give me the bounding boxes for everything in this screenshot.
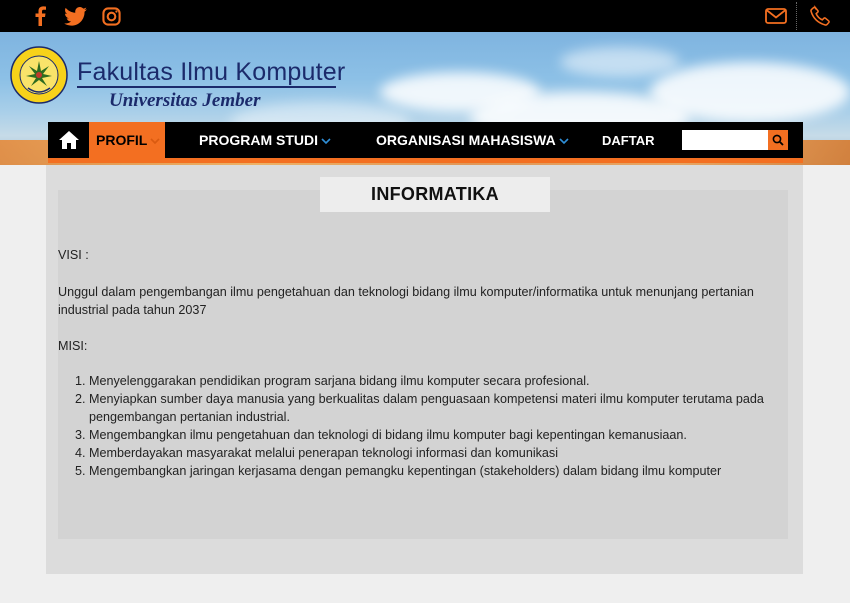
nav-item-profil[interactable]: PROFIL — [89, 122, 166, 158]
nav-label-organisasi: ORGANISASI MAHASISWA — [376, 132, 556, 148]
nav-item-daftar[interactable]: DAFTAR — [602, 122, 654, 158]
main-nav: PROFIL PROGRAM STUDI ORGANISASI MAHASISW… — [48, 122, 803, 158]
search-button[interactable] — [768, 130, 788, 150]
search-input[interactable] — [682, 130, 768, 150]
list-item: Memberdayakan masyarakat melalui penerap… — [89, 444, 793, 462]
list-item: Menyiapkan sumber daya manusia yang berk… — [89, 390, 793, 426]
twitter-icon[interactable] — [63, 5, 87, 27]
title-underline — [77, 86, 336, 88]
nav-label-profil: PROFIL — [96, 132, 148, 148]
page-title: INFORMATIKA — [320, 177, 550, 212]
nav-label-program-studi: PROGRAM STUDI — [199, 132, 318, 148]
site-subtitle: Universitas Jember — [109, 90, 261, 111]
phone-icon[interactable] — [808, 5, 832, 27]
mail-icon[interactable] — [764, 5, 788, 27]
misi-list: Menyelenggarakan pendidikan program sarj… — [58, 372, 793, 480]
instagram-icon[interactable] — [101, 5, 121, 27]
visi-text-line-2: industrial pada tahun 2037 — [58, 303, 207, 317]
nav-item-program-studi[interactable]: PROGRAM STUDI — [199, 122, 331, 158]
home-icon[interactable] — [48, 122, 89, 158]
chevron-down-icon — [150, 132, 160, 148]
content-panel — [58, 190, 788, 539]
topbar-divider — [796, 2, 797, 30]
university-logo[interactable] — [10, 46, 68, 104]
list-item: Mengembangkan ilmu pengetahuan dan tekno… — [89, 426, 793, 444]
visi-text-line-1: Unggul dalam pengembangan ilmu pengetahu… — [58, 285, 754, 299]
misi-label: MISI: — [58, 339, 88, 353]
chevron-down-icon — [321, 132, 331, 148]
nav-label-daftar: DAFTAR — [602, 132, 655, 148]
nav-accent-bar — [48, 158, 803, 163]
chevron-down-icon — [559, 132, 569, 148]
visi-label: VISI : — [58, 248, 89, 262]
site-title[interactable]: Fakultas Ilmu Komputer — [77, 58, 345, 87]
nav-item-organisasi-mahasiswa[interactable]: ORGANISASI MAHASISWA — [376, 122, 569, 158]
facebook-icon[interactable] — [31, 5, 49, 27]
top-bar — [0, 0, 850, 32]
list-item: Menyelenggarakan pendidikan program sarj… — [89, 372, 793, 390]
list-item: Mengembangkan jaringan kerjasama dengan … — [89, 462, 793, 480]
search-icon — [772, 134, 784, 146]
